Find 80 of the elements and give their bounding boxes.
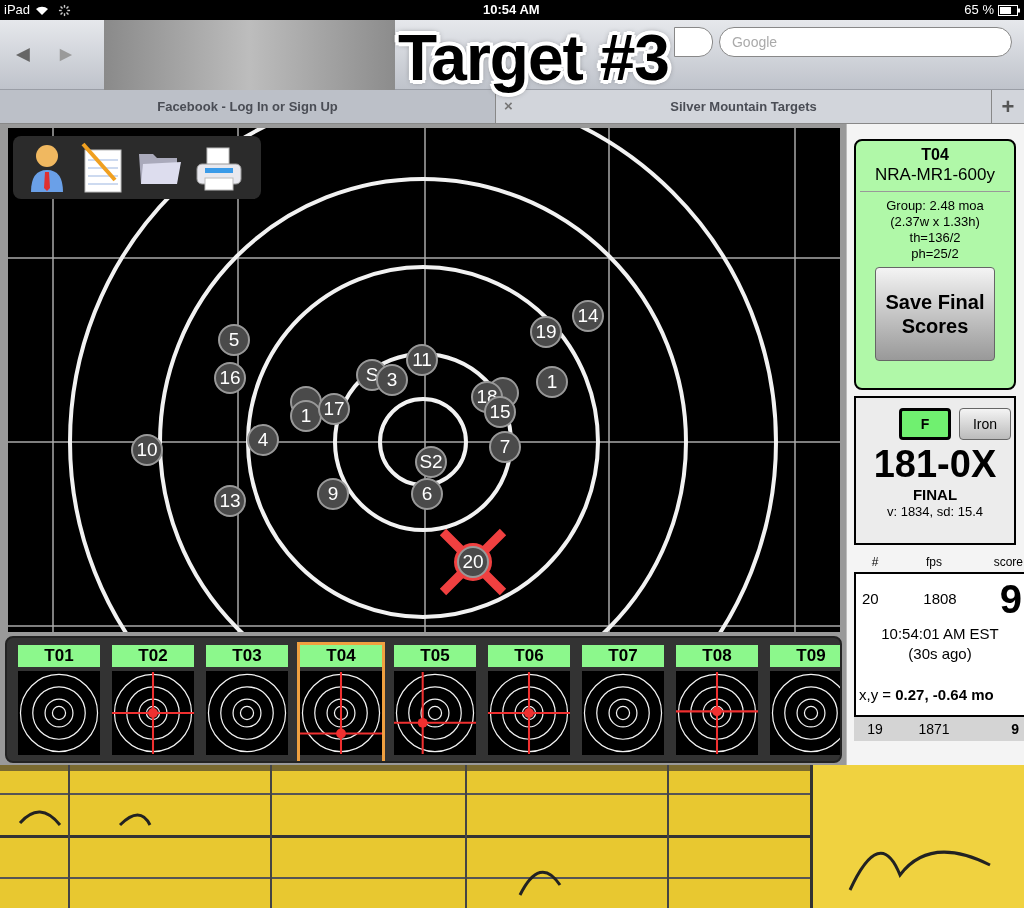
thumbnail-label: T02 [112, 645, 194, 667]
device-name: iPad [4, 1, 31, 20]
mode-toggle[interactable]: F [899, 408, 951, 440]
target-icon [770, 671, 840, 755]
target-thumbnail[interactable]: T08 [676, 645, 758, 761]
search-field[interactable]: Google [718, 26, 1012, 57]
spinner-icon [58, 3, 72, 17]
target-icon [206, 671, 288, 755]
tab-title: Facebook - Log In or Sign Up [157, 97, 338, 116]
table-cell-text: 19 [866, 719, 884, 739]
back-icon[interactable] [14, 45, 32, 64]
target-thumbnail[interactable]: T04 [300, 645, 382, 761]
shot-marker[interactable]: 10 [131, 434, 163, 466]
save-scores-button[interactable]: Save Final Scores [875, 267, 995, 361]
group-stat: ph=25/2 [911, 246, 959, 262]
battery-icon [998, 4, 1020, 16]
shot-marker[interactable]: 9 [317, 478, 349, 510]
shot-fps: 1808 [922, 588, 958, 609]
new-tab-button[interactable]: + [992, 90, 1024, 123]
target-icon [582, 671, 664, 755]
shot-marker[interactable]: 17 [318, 393, 350, 425]
shot-marker[interactable]: S2 [415, 446, 447, 478]
target-thumbnail[interactable]: T09 [770, 645, 840, 761]
shot-marker[interactable]: 16 [214, 362, 246, 394]
clock-time: 10:54 AM [483, 1, 540, 20]
total-score: 181-0X [873, 442, 997, 486]
column-header: # [870, 554, 880, 569]
column-header: fps [925, 554, 943, 569]
battery-percent: 65 % [964, 1, 994, 20]
target-thumbnail[interactable]: T07 [582, 645, 664, 761]
target-icon [394, 671, 476, 755]
shot-marker[interactable]: 1 [536, 366, 568, 398]
target-icon [488, 671, 570, 755]
score-status: FINAL [912, 486, 958, 504]
shot-number: 20 [862, 588, 880, 609]
target-thumbnail[interactable]: T05 [394, 645, 476, 761]
velocity-stats: v: 1834, sd: 15.4 [886, 504, 984, 520]
shot-marker[interactable]: 14 [572, 300, 604, 332]
target-thumbnail[interactable]: T02 [112, 645, 194, 761]
shot-marker[interactable]: 1 [290, 400, 322, 432]
target-id: T04 [921, 145, 949, 165]
target-thumbnail[interactable]: T06 [488, 645, 570, 761]
thumbnail-label: T05 [394, 645, 476, 667]
thumbnail-label: T08 [676, 645, 758, 667]
target-icon [676, 671, 758, 755]
address-field[interactable] [674, 26, 713, 57]
thumbnail-label: T03 [206, 645, 288, 667]
thumbnail-label: T09 [770, 645, 840, 667]
table-cell-text: 1871 [917, 719, 951, 739]
thumbnail-label: T04 [300, 645, 382, 667]
group-stat: (2.37w x 1.33h) [890, 214, 980, 230]
thumbnail-label: T07 [582, 645, 664, 667]
mode-toggle[interactable]: Iron [959, 408, 1011, 440]
shot-marker[interactable]: 7 [489, 431, 521, 463]
tab-title: Silver Mountain Targets [670, 97, 817, 116]
course-name: NRA-MR1-600y [875, 165, 995, 185]
shot-age: (30s ago) [907, 644, 973, 664]
shot-marker[interactable]: 13 [214, 485, 246, 517]
target-icon [112, 671, 194, 755]
column-header: score [993, 554, 1023, 569]
shot-marker[interactable]: 6 [411, 478, 443, 510]
shot-time: 10:54:01 AM EST [880, 624, 1000, 644]
shot-marker[interactable]: 3 [376, 364, 408, 396]
notepad-icon[interactable] [79, 141, 125, 194]
table-cell-text: 9 [1011, 719, 1019, 739]
shot-marker[interactable]: 11 [406, 344, 438, 376]
target-icon [18, 671, 100, 755]
shot-marker[interactable]: 19 [530, 316, 562, 348]
thumbnail-label: T06 [488, 645, 570, 667]
target-icon [300, 671, 382, 755]
group-stat: Group: 2.48 moa [886, 198, 984, 214]
shot-marker[interactable]: 4 [247, 424, 279, 456]
target-thumbnail[interactable]: T01 [18, 645, 100, 761]
target-thumbnail[interactable]: T03 [206, 645, 288, 761]
group-stat: th=136/2 [909, 230, 961, 246]
shot-position: x,y = 0.27, -0.64 mo [858, 685, 995, 705]
shot-score: 9 [999, 577, 1022, 621]
shot-marker[interactable]: 5 [218, 324, 250, 356]
thumbnail-label: T01 [18, 645, 100, 667]
wifi-icon [34, 4, 51, 16]
